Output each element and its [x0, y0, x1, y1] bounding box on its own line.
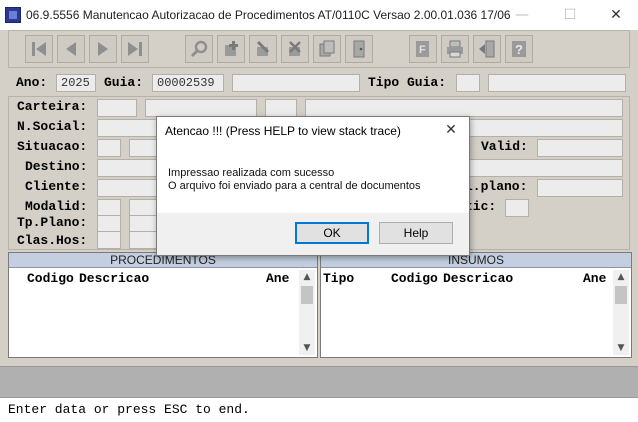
insumos-col-tipo[interactable]: Tipo	[323, 271, 354, 286]
svg-text:F: F	[419, 44, 426, 56]
minimize-button[interactable]: —	[500, 0, 544, 30]
scroll-thumb[interactable]	[301, 286, 313, 304]
delete-button[interactable]	[281, 35, 309, 63]
previous-record-button[interactable]	[57, 35, 85, 63]
destino-label: Destino:	[25, 159, 88, 174]
last-record-button[interactable]	[121, 35, 149, 63]
edit-icon	[256, 40, 270, 56]
title-bar: 06.9.5556 Manutencao Autorizacao de Proc…	[0, 0, 638, 30]
copy-icon	[319, 40, 335, 57]
exit-icon	[479, 40, 495, 58]
help-toolbar-button[interactable]: ?	[505, 35, 533, 63]
dialog-message-line-1: Impressao realizada com sucesso	[168, 167, 335, 179]
situacao-label: Situacao:	[17, 139, 88, 154]
help-icon: ?	[512, 41, 526, 57]
valid-label: Valid:	[481, 139, 528, 154]
tipo-guia-label: Tipo Guia:	[368, 75, 447, 90]
dialog-title: Atencao !!! (Press HELP to view stack tr…	[165, 124, 401, 138]
insumos-grid[interactable]: INSUMOS Tipo Codigo Descricao Ane ▲ ▼	[320, 252, 632, 358]
print-button[interactable]	[441, 35, 469, 63]
copy-button[interactable]	[313, 35, 341, 63]
nsocial-label: N.Social:	[17, 119, 88, 134]
scroll-down-icon[interactable]: ▼	[613, 341, 629, 355]
first-icon	[32, 42, 46, 56]
scroll-up-icon[interactable]: ▲	[613, 270, 629, 284]
alert-dialog: Atencao !!! (Press HELP to view stack tr…	[156, 116, 470, 256]
door-icon	[353, 40, 365, 58]
status-bar: Enter data or press ESC to end.	[0, 398, 638, 422]
zoom-icon	[190, 40, 208, 58]
tipo-guia-description-field[interactable]	[488, 74, 626, 92]
guia-label: Guia:	[104, 75, 144, 90]
procedimentos-col-descricao[interactable]: Descricao	[79, 271, 149, 286]
carteira-label: Carteira:	[17, 99, 88, 114]
claseshos-label: Clas.Hos:	[17, 233, 88, 248]
header-row: Ano: 2025 Guia: 00002539 Tipo Guia:	[8, 72, 630, 96]
help-button[interactable]: Help	[379, 222, 453, 244]
edit-button[interactable]	[249, 35, 277, 63]
delete-icon	[289, 41, 301, 56]
open-button[interactable]	[345, 35, 373, 63]
guia-field[interactable]: 00002539	[152, 74, 224, 92]
scroll-thumb[interactable]	[615, 286, 627, 304]
maximize-button[interactable]: ☐	[548, 0, 592, 30]
procedimentos-col-ane[interactable]: Ane	[266, 271, 289, 286]
filter-button[interactable]: F	[409, 35, 437, 63]
tipo-guia-code-field[interactable]	[456, 74, 480, 92]
close-window-button[interactable]: ✕	[594, 0, 638, 30]
exit-button[interactable]	[473, 35, 501, 63]
claseshos-code-field[interactable]	[97, 231, 121, 249]
window-title: 06.9.5556 Manutencao Autorizacao de Proc…	[26, 8, 511, 22]
close-icon[interactable]: ✕	[439, 119, 463, 141]
toolbar: F ?	[8, 30, 630, 68]
situacao-code-field[interactable]	[97, 139, 121, 157]
plano-field[interactable]	[537, 179, 623, 197]
insumos-col-descricao[interactable]: Descricao	[443, 271, 513, 286]
procedimentos-col-codigo[interactable]: Codigo	[27, 271, 74, 286]
dialog-message: Impressao realizada com sucesso O arquiv…	[168, 167, 421, 193]
previous-icon	[66, 42, 76, 56]
beneficiary-name-field[interactable]	[305, 99, 623, 117]
carteira-field-1[interactable]	[97, 99, 137, 117]
svg-text:?: ?	[515, 42, 523, 57]
tic-field[interactable]	[505, 199, 529, 217]
tpplano-label: Tp.Plano:	[17, 215, 88, 230]
filter-icon: F	[416, 41, 429, 57]
add-button[interactable]	[217, 35, 245, 63]
insumos-scrollbar[interactable]: ▲ ▼	[613, 270, 629, 355]
procedimentos-scrollbar[interactable]: ▲ ▼	[299, 270, 315, 355]
insumos-col-codigo[interactable]: Codigo	[391, 271, 438, 286]
validity-field[interactable]	[537, 139, 623, 157]
scroll-down-icon[interactable]: ▼	[299, 341, 315, 355]
carteira-field-2[interactable]	[145, 99, 257, 117]
modalid-label: Modalid:	[25, 199, 88, 214]
plano-label: l.plano:	[465, 179, 528, 194]
app-icon	[5, 7, 21, 23]
dialog-footer: OK Help	[157, 213, 469, 255]
ano-label: Ano:	[16, 75, 48, 90]
carteira-field-3[interactable]	[265, 99, 297, 117]
first-record-button[interactable]	[25, 35, 53, 63]
insumos-col-ane[interactable]: Ane	[583, 271, 606, 286]
guia-description-field[interactable]	[232, 74, 360, 92]
next-record-button[interactable]	[89, 35, 117, 63]
printer-icon	[447, 40, 463, 58]
last-icon	[128, 42, 142, 56]
add-icon	[225, 41, 238, 56]
scroll-up-icon[interactable]: ▲	[299, 270, 315, 284]
procedimentos-grid[interactable]: PROCEDIMENTOS Codigo Descricao Ane ▲ ▼	[8, 252, 318, 358]
search-button[interactable]	[185, 35, 213, 63]
dialog-message-line-2: O arquivo foi enviado para a central de …	[168, 180, 421, 192]
ok-button[interactable]: OK	[295, 222, 369, 244]
message-band	[0, 366, 638, 398]
next-icon	[98, 42, 108, 56]
cliente-label: Cliente:	[25, 179, 88, 194]
ano-field[interactable]: 2025	[56, 74, 96, 92]
